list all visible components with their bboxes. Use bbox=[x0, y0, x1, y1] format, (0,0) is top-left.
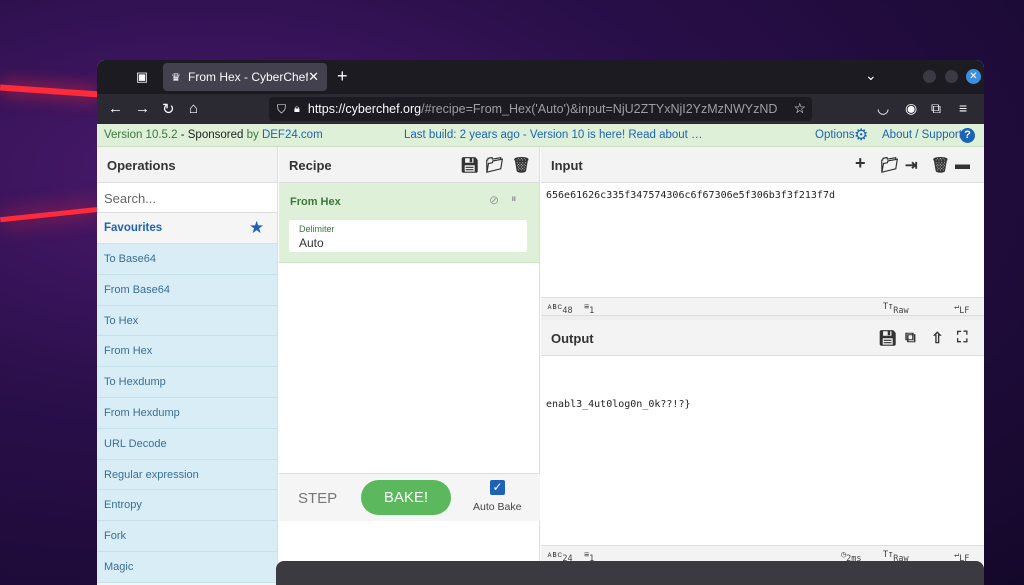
tab-list-icon[interactable]: ▣ bbox=[133, 68, 151, 86]
extensions-icon[interactable]: ⧉ bbox=[931, 100, 941, 117]
operation-item[interactable]: From Base64 bbox=[97, 274, 277, 306]
menu-icon[interactable]: ≡ bbox=[959, 100, 967, 116]
operations-header: Operations bbox=[97, 147, 277, 183]
maximize-output-icon[interactable]: ⛶ bbox=[957, 329, 968, 346]
input-header: Input + 📁︎ ⇥ 🗑︎ ▬ bbox=[541, 147, 984, 183]
url-bar[interactable]: ⛉ 🔒︎ https://cyberchef.org/#recipe=From_… bbox=[269, 97, 812, 121]
bake-time: ◷ 2ms bbox=[841, 550, 862, 564]
recipe-header: Recipe 💾︎ 📁︎ 🗑︎ bbox=[279, 147, 539, 183]
output-format[interactable]: Tт Raw Bytes bbox=[883, 550, 919, 574]
bake-bar: STEP BAKE! ✓ Auto Bake bbox=[279, 473, 540, 521]
tab-cyberchef[interactable]: ♛ From Hex - CyberChef ✕ bbox=[163, 63, 327, 91]
about-support-link[interactable]: About / Support bbox=[882, 129, 962, 141]
operation-item[interactable]: URL Decode bbox=[97, 428, 277, 460]
browser-window: ▣ ♛ From Hex - CyberChef ✕ + ⌄ ✕ ← → ↻ ⌂… bbox=[97, 60, 984, 585]
star-icon[interactable]: ★ bbox=[249, 218, 264, 238]
input-lines: ≡ 1 bbox=[584, 302, 595, 316]
io-panel: Input + 📁︎ ⇥ 🗑︎ ▬ 656e61626c335f34757430… bbox=[541, 147, 984, 585]
operation-item[interactable]: Fork bbox=[97, 521, 277, 552]
open-folder-icon[interactable]: 📁︎ bbox=[880, 156, 899, 174]
delimiter-label: Delimiter bbox=[299, 224, 335, 234]
background-streak bbox=[0, 206, 100, 223]
output-eol[interactable]: ↵ LF bbox=[954, 550, 969, 564]
cyberchef-banner: Version 10.5.2 - Sponsored by DEF24.com … bbox=[97, 124, 984, 147]
input-eol[interactable]: ↵ LF bbox=[954, 302, 969, 316]
auto-bake-checkbox[interactable]: ✓ bbox=[490, 480, 505, 495]
help-icon[interactable]: ? bbox=[960, 128, 975, 143]
operations-panel: Operations Search... Favourites ★ To Bas… bbox=[97, 147, 278, 585]
input-textarea[interactable]: 656e61626c335f347574306c6f67306e5f306b3f… bbox=[546, 190, 835, 201]
operation-item[interactable]: From Hex bbox=[97, 336, 277, 368]
tab-bar: ▣ ♛ From Hex - CyberChef ✕ + ⌄ ✕ bbox=[97, 60, 984, 94]
new-tab-icon[interactable]: + bbox=[337, 66, 348, 87]
output-header: Output 💾︎ ⧉ ⇧ ⛶ bbox=[541, 320, 984, 356]
bookmark-star-icon[interactable]: ☆ bbox=[793, 100, 806, 117]
operations-title: Operations bbox=[107, 158, 176, 173]
operation-item[interactable]: From Hexdump bbox=[97, 397, 277, 429]
maximize-button[interactable] bbox=[945, 70, 958, 83]
favourites-label: Favourites bbox=[104, 222, 163, 234]
recipe-title: Recipe bbox=[289, 158, 332, 173]
input-format[interactable]: Tт Raw Bytes bbox=[883, 302, 919, 326]
navigation-bar: ← → ↻ ⌂ ⛉ 🔒︎ https://cyberchef.org/#reci… bbox=[97, 94, 984, 124]
build-notice-link[interactable]: Last build: 2 years ago - Version 10 is … bbox=[404, 129, 703, 141]
step-button[interactable]: STEP bbox=[298, 490, 337, 507]
reload-icon[interactable]: ↻ bbox=[162, 100, 175, 118]
layout-icon[interactable]: ▬ bbox=[955, 156, 970, 173]
account-icon[interactable]: ◉ bbox=[905, 100, 917, 117]
copy-output-icon[interactable]: ⧉ bbox=[905, 329, 916, 346]
clear-recipe-trash-icon[interactable]: 🗑︎ bbox=[512, 156, 531, 174]
delimiter-field[interactable]: Delimiter Auto bbox=[289, 220, 527, 252]
taskbar-dock bbox=[276, 561, 984, 585]
operation-item[interactable]: To Base64 bbox=[97, 244, 277, 275]
chevron-down-icon[interactable]: ⌄ bbox=[865, 67, 877, 84]
recipe-operation-from-hex[interactable]: From Hex ⊘ ⏸︎ Delimiter Auto bbox=[279, 183, 539, 263]
operation-item[interactable]: Entropy bbox=[97, 490, 277, 522]
back-icon[interactable]: ← bbox=[108, 100, 123, 117]
save-output-icon[interactable]: 💾︎ bbox=[878, 329, 897, 347]
home-icon[interactable]: ⌂ bbox=[189, 100, 198, 117]
operation-item[interactable]: Regular expression bbox=[97, 459, 277, 491]
tab-title: From Hex - CyberChef bbox=[188, 70, 309, 84]
recipe-op-name: From Hex bbox=[290, 196, 341, 208]
breakpoint-pause-icon[interactable]: ⏸︎ bbox=[511, 193, 517, 206]
shield-icon[interactable]: ⛉ bbox=[277, 102, 286, 117]
search-input[interactable]: Search... bbox=[97, 183, 277, 213]
recipe-panel: Recipe 💾︎ 📁︎ 🗑︎ From Hex ⊘ ⏸︎ Delimiter … bbox=[279, 147, 540, 585]
favourites-category[interactable]: Favourites ★ bbox=[97, 213, 277, 244]
operation-item[interactable]: Magic bbox=[97, 551, 277, 583]
output-lines: ≡ 1 bbox=[584, 550, 595, 564]
operation-item[interactable]: To Hex bbox=[97, 305, 277, 337]
replace-input-icon[interactable]: ⇧ bbox=[931, 329, 944, 347]
delimiter-value[interactable]: Auto bbox=[299, 236, 324, 250]
close-tab-icon[interactable]: ✕ bbox=[308, 69, 319, 85]
url-text[interactable]: https://cyberchef.org/#recipe=From_Hex('… bbox=[308, 102, 778, 116]
lock-icon[interactable]: 🔒︎ bbox=[294, 103, 300, 116]
background-streak bbox=[0, 84, 101, 98]
clear-input-trash-icon[interactable]: 🗑︎ bbox=[931, 156, 950, 174]
input-title: Input bbox=[551, 158, 583, 173]
output-title: Output bbox=[551, 331, 594, 346]
gear-icon[interactable]: ⚙ bbox=[854, 125, 868, 145]
auto-bake-label: Auto Bake bbox=[473, 501, 522, 513]
options-link[interactable]: Options bbox=[815, 129, 855, 141]
close-window-button[interactable]: ✕ bbox=[966, 69, 981, 84]
minimize-button[interactable] bbox=[923, 70, 936, 83]
operation-item[interactable]: To Hexdump bbox=[97, 367, 277, 398]
add-input-icon[interactable]: + bbox=[855, 153, 866, 174]
open-file-icon[interactable]: ⇥ bbox=[905, 156, 918, 174]
output-textarea[interactable]: enabl3_4ut0log0n_0k??!?} bbox=[546, 399, 691, 410]
forward-icon[interactable]: → bbox=[135, 100, 150, 117]
output-length: ᴀʙᴄ 24 bbox=[547, 550, 573, 564]
input-length: ᴀʙᴄ 48 bbox=[547, 302, 573, 316]
disable-icon[interactable]: ⊘ bbox=[489, 193, 499, 207]
cyberchef-favicon-icon: ♛ bbox=[171, 72, 181, 84]
pocket-icon[interactable]: ◡ bbox=[877, 100, 889, 117]
sponsor-link[interactable]: DEF24.com bbox=[262, 129, 323, 141]
bake-button[interactable]: BAKE! bbox=[361, 480, 451, 515]
save-recipe-icon[interactable]: 💾︎ bbox=[460, 156, 479, 174]
version-text: Version 10.5.2 - Sponsored by DEF24.com bbox=[104, 129, 323, 141]
input-status-bar: ᴀʙᴄ 48 ≡ 1 Tт Raw Bytes ↵ LF bbox=[541, 297, 984, 326]
load-recipe-folder-icon[interactable]: 📁︎ bbox=[485, 156, 504, 174]
